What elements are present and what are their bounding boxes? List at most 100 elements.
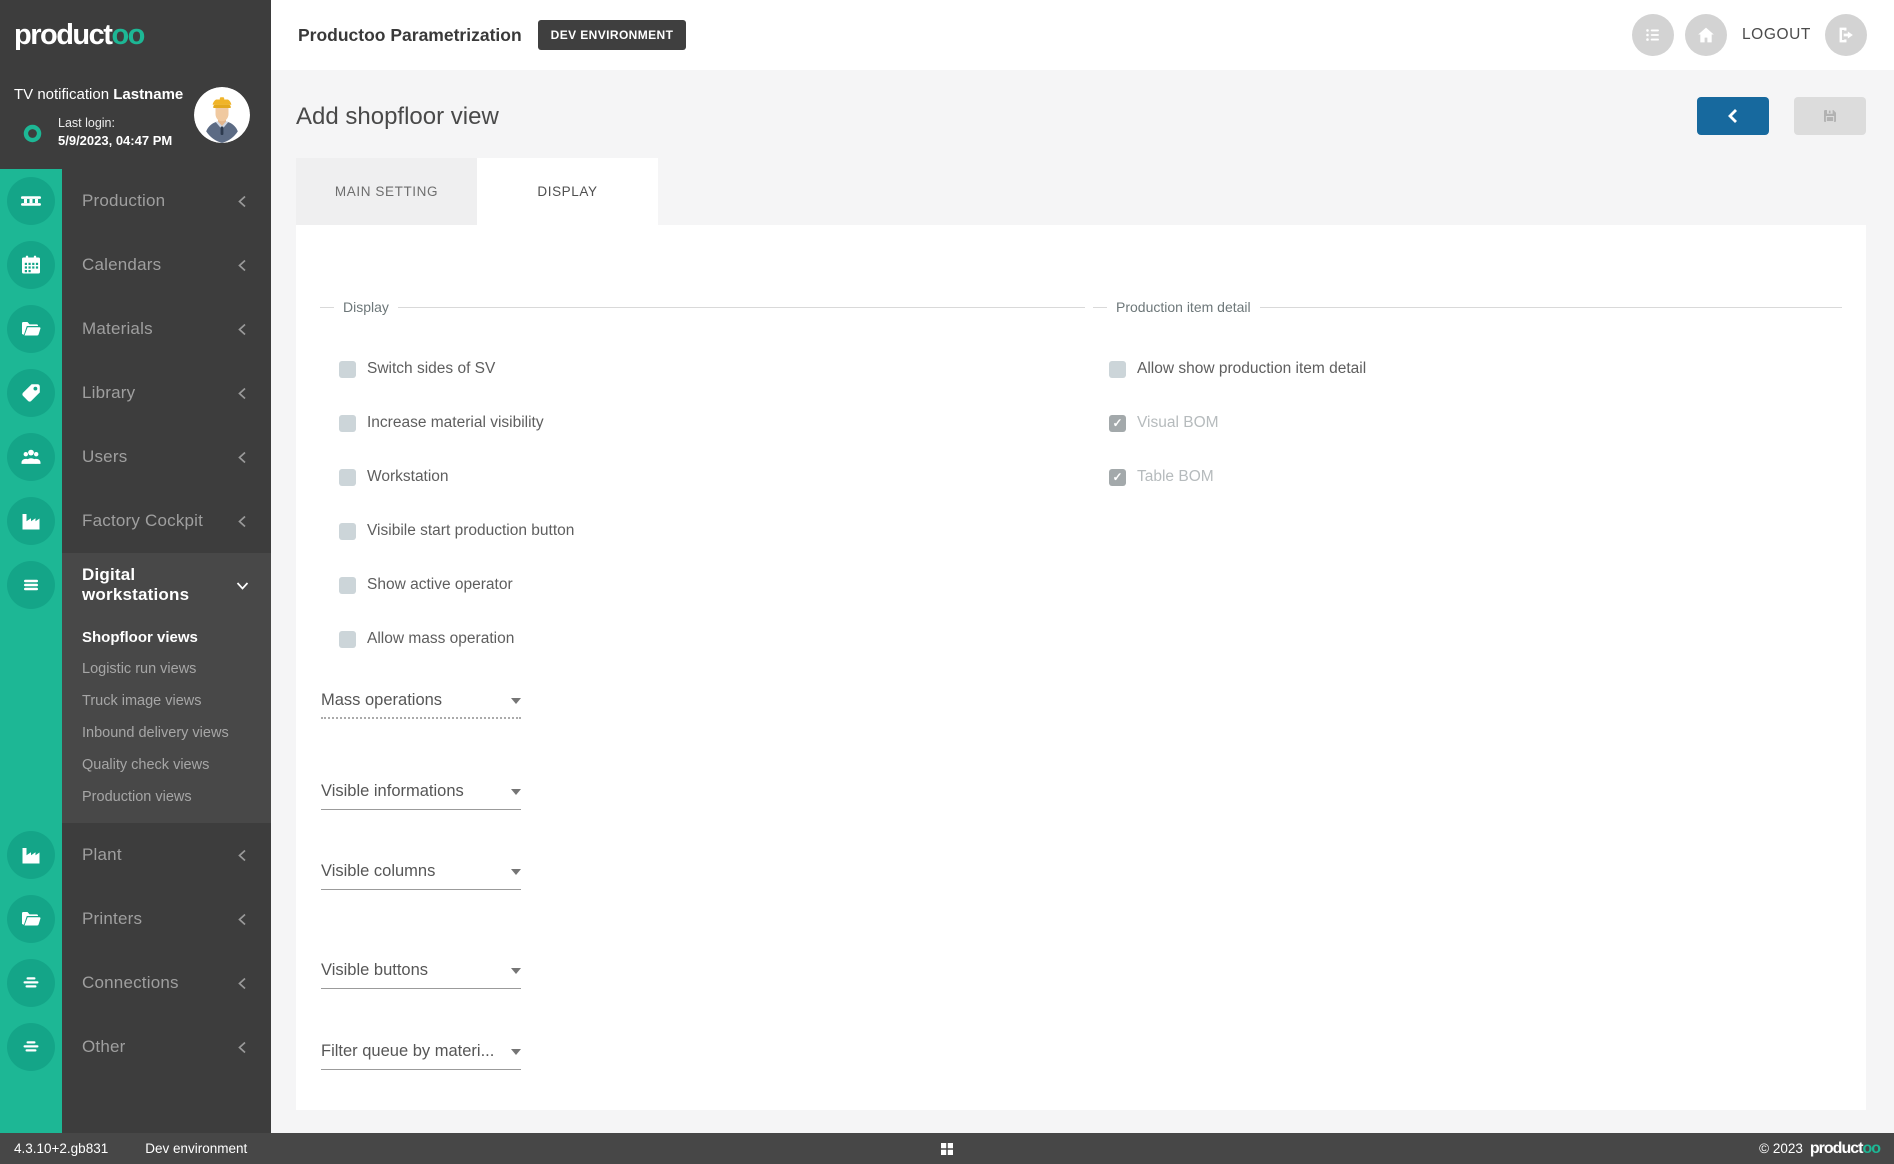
checkbox-visibile-start-production-button[interactable]: Visibile start production button: [339, 522, 1085, 540]
calendar-icon: [7, 241, 55, 289]
display-legend: Display: [320, 298, 1085, 316]
users-icon: [7, 433, 55, 481]
status-bar: 4.3.10+2.gb831 Dev environment © 2023 pr…: [0, 1133, 1894, 1164]
chevron-left-icon: [236, 323, 249, 336]
chevron-down-icon: [511, 789, 521, 795]
checkbox-box: [1109, 361, 1126, 378]
sign-out-icon: [1835, 24, 1857, 46]
checkbox-box: [339, 577, 356, 594]
logout-button[interactable]: [1825, 14, 1867, 56]
save-button[interactable]: [1794, 97, 1866, 135]
dropdown-visible-columns[interactable]: Visible columns: [321, 862, 521, 890]
logout-link[interactable]: LOGOUT: [1742, 26, 1811, 44]
checkbox-label: Allow mass operation: [367, 630, 514, 648]
sidebar-item-library[interactable]: Library: [0, 361, 271, 425]
factory-icon: [7, 831, 55, 879]
checkbox-label: Switch sides of SV: [367, 360, 495, 378]
sidebar: productoo TV notification Lastname Last …: [0, 0, 271, 1133]
checkbox-visual-bom: Visual BOM: [1109, 414, 1842, 432]
checkbox-increase-material-visibility[interactable]: Increase material visibility: [339, 414, 1085, 432]
checkbox-box: [339, 361, 356, 378]
sidebar-item-plant[interactable]: Plant: [0, 823, 271, 887]
checkbox-workstation[interactable]: Workstation: [339, 468, 1085, 486]
display-section: Display Switch sides of SV Increase mate…: [320, 298, 1085, 1070]
checkbox-box: [1109, 469, 1126, 486]
chevron-down-icon: [511, 968, 521, 974]
form-card: Display Switch sides of SV Increase mate…: [296, 225, 1866, 1110]
dropdown-visible-informations[interactable]: Visible informations: [321, 782, 521, 810]
checkbox-label: Show active operator: [367, 576, 513, 594]
checkbox-box: [1109, 415, 1126, 432]
chevron-left-icon: [236, 1041, 249, 1054]
checkbox-show-active-operator[interactable]: Show active operator: [339, 576, 1085, 594]
tab-main-setting[interactable]: MAIN SETTING: [296, 158, 477, 225]
dropdown-label: Visible informations: [321, 782, 464, 801]
app-window: productoo TV notification Lastname Last …: [0, 0, 1894, 1164]
chevron-left-icon: [236, 515, 249, 528]
sidebar-item-label: Production: [82, 191, 236, 211]
chevron-down-icon: [511, 869, 521, 875]
checkbox-allow-mass-operation[interactable]: Allow mass operation: [339, 630, 1085, 648]
chevron-left-icon: [236, 913, 249, 926]
main-area: Productoo Parametrization DEV ENVIRONMEN…: [271, 0, 1894, 1133]
productoo-logo: productoo: [0, 0, 271, 70]
sidebar-subitem-truck-image-views[interactable]: Truck image views: [0, 685, 271, 717]
sidebar-item-users[interactable]: Users: [0, 425, 271, 489]
tab-display[interactable]: DISPLAY: [477, 158, 658, 225]
sidebar-subitem-logistic-run-views[interactable]: Logistic run views: [0, 653, 271, 685]
sidebar-item-other[interactable]: Other: [0, 1015, 271, 1079]
checkbox-switch-sides-of-sv[interactable]: Switch sides of SV: [339, 360, 1085, 378]
back-button[interactable]: [1697, 97, 1769, 135]
conveyor-icon: [7, 177, 55, 225]
last-login-value: 5/9/2023, 04:47 PM: [58, 132, 172, 149]
sidebar-group-digital-workstations: Digital workstations Shopfloor viewsLogi…: [0, 553, 271, 823]
dropdown-label: Visible columns: [321, 862, 435, 881]
chevron-left-icon: [1726, 108, 1740, 124]
checkbox-label: Allow show production item detail: [1137, 360, 1366, 378]
sidebar-subitem-inbound-delivery-views[interactable]: Inbound delivery views: [0, 717, 271, 749]
sidebar-item-digital-workstations[interactable]: Digital workstations: [0, 553, 271, 617]
production-item-detail-section: Production item detail Allow show produc…: [1093, 298, 1842, 1070]
dropdown-visible-buttons[interactable]: Visible buttons: [321, 961, 521, 989]
user-block: TV notification Lastname Last login: 5/9…: [0, 70, 271, 169]
sidebar-item-label: Library: [82, 383, 236, 403]
sidebar-subitem-production-views[interactable]: Production views: [0, 781, 271, 813]
lines-stack-icon: [7, 1023, 55, 1071]
grid-icon[interactable]: [938, 1140, 956, 1158]
copyright-text: © 2023: [1759, 1141, 1803, 1156]
menu-lines-icon: [7, 561, 55, 609]
sidebar-subitem-shopfloor-views[interactable]: Shopfloor views: [0, 621, 271, 653]
sidebar-item-label: Materials: [82, 319, 236, 339]
dropdown-label: Visible buttons: [321, 961, 428, 980]
checkbox-box: [339, 631, 356, 648]
version-text: 4.3.10+2.gb831: [14, 1141, 108, 1156]
last-login-label: Last login:: [58, 115, 172, 132]
sidebar-item-label: Factory Cockpit: [82, 511, 236, 531]
tab-bar: MAIN SETTING DISPLAY: [296, 158, 1866, 225]
sidebar-item-label: Digital workstations: [82, 565, 236, 605]
sidebar-item-materials[interactable]: Materials: [0, 297, 271, 361]
list-icon: [1642, 24, 1664, 46]
checkbox-label: Workstation: [367, 468, 449, 486]
checkbox-table-bom: Table BOM: [1109, 468, 1842, 486]
checkbox-box: [339, 523, 356, 540]
sidebar-item-printers[interactable]: Printers: [0, 887, 271, 951]
sidebar-item-connections[interactable]: Connections: [0, 951, 271, 1015]
sidebar-item-production[interactable]: Production: [0, 169, 271, 233]
dropdown-label: Mass operations: [321, 691, 442, 710]
chevron-left-icon: [236, 451, 249, 464]
sidebar-item-label: Printers: [82, 909, 236, 929]
folder-open-icon: [7, 895, 55, 943]
page-title: Add shopfloor view: [296, 103, 499, 131]
sidebar-item-factory-cockpit[interactable]: Factory Cockpit: [0, 489, 271, 553]
save-icon: [1821, 107, 1839, 125]
checkbox-allow-show-production-item-detail[interactable]: Allow show production item detail: [1109, 360, 1842, 378]
list-menu-button[interactable]: [1632, 14, 1674, 56]
sidebar-item-calendars[interactable]: Calendars: [0, 233, 271, 297]
home-button[interactable]: [1685, 14, 1727, 56]
chevron-left-icon: [236, 387, 249, 400]
sidebar-nav: Production Calendars Materials Library U…: [0, 169, 271, 1079]
dropdown-filter-queue-by-materi[interactable]: Filter queue by materi...: [321, 1042, 521, 1070]
sidebar-subitem-quality-check-views[interactable]: Quality check views: [0, 749, 271, 781]
checkbox-label: Table BOM: [1137, 468, 1214, 486]
